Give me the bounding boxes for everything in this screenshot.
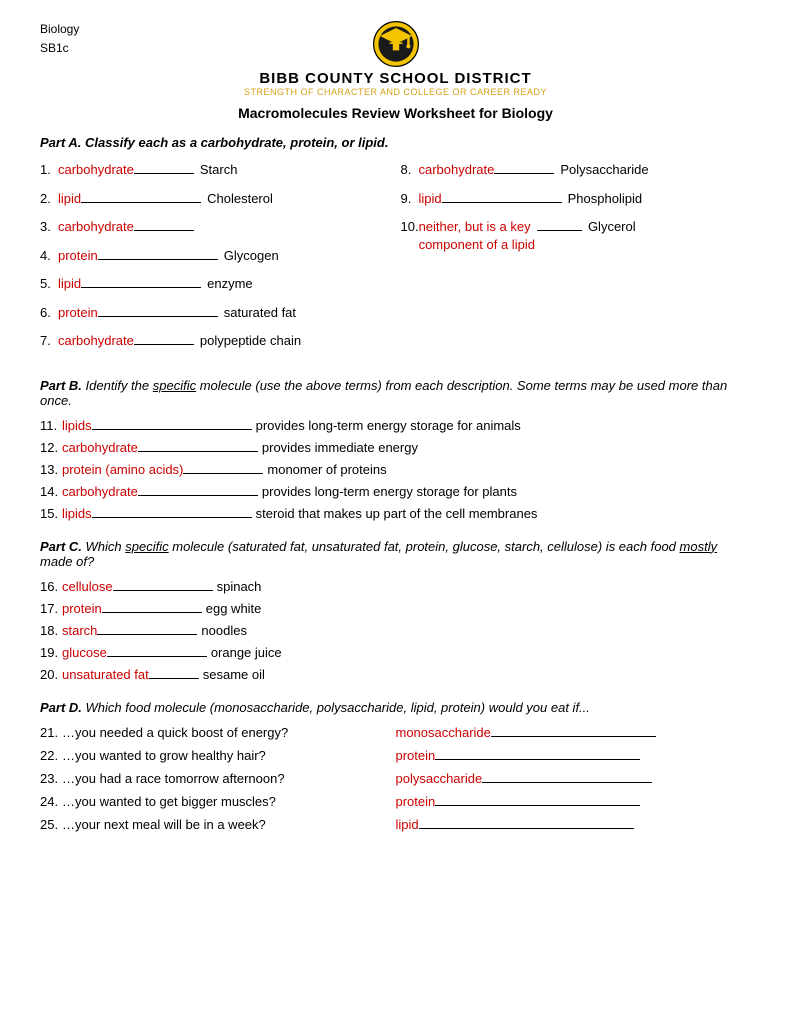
list-item: 15. lipids steroid that makes up part of… (40, 506, 751, 521)
part-c-items: 16. cellulose spinach 17. protein egg wh… (40, 579, 751, 682)
part-d-instruction: Which food molecule (monosaccharide, pol… (86, 700, 590, 715)
list-item: 22. …you wanted to grow healthy hair? (40, 748, 396, 763)
list-item: 3. carbohydrate (40, 217, 391, 237)
part-d-header: Part D. Which food molecule (monosacchar… (40, 700, 751, 715)
list-item: 10. neither, but is a keycomponent of a … (401, 217, 752, 254)
part-a-header: Part A. Classify each as a carbohydrate,… (40, 135, 751, 150)
list-item: 18. starch noodles (40, 623, 751, 638)
list-item: 11. lipids provides long-term energy sto… (40, 418, 751, 433)
school-name: BIBB COUNTY SCHOOL DISTRICT (259, 70, 531, 87)
part-b-instruction: Identify the specific molecule (use the … (40, 378, 727, 408)
list-item: 24. …you wanted to get bigger muscles? (40, 794, 396, 809)
part-a-label: Part A. (40, 135, 81, 150)
list-item: 14. carbohydrate provides long-term ener… (40, 484, 751, 499)
list-item: 1. carbohydrate Starch (40, 160, 391, 180)
list-item: protein (396, 794, 752, 809)
course-code: SB1c (40, 39, 100, 58)
school-tagline: STRENGTH OF CHARACTER AND COLLEGE OR CAR… (244, 87, 547, 97)
school-logo-icon (372, 20, 420, 68)
part-b-header: Part B. Identify the specific molecule (… (40, 378, 751, 408)
header: Biology SB1c BIBB COUNTY SCHOOL DISTRICT… (40, 20, 751, 97)
list-item: 20. unsaturated fat sesame oil (40, 667, 751, 682)
list-item: monosaccharide (396, 725, 752, 740)
part-c-label: Part C. (40, 539, 82, 554)
list-item: 23. …you had a race tomorrow afternoon? (40, 771, 396, 786)
list-item: 19. glucose orange juice (40, 645, 751, 660)
list-item: protein (396, 748, 752, 763)
part-a-section: Part A. Classify each as a carbohydrate,… (40, 135, 751, 360)
list-item: 7. carbohydrate polypeptide chain (40, 331, 391, 351)
list-item: 5. lipid enzyme (40, 274, 391, 294)
list-item: polysaccharide (396, 771, 752, 786)
list-item: 25. …your next meal will be in a week? (40, 817, 396, 832)
list-item: 6. protein saturated fat (40, 303, 391, 323)
list-item: 13. protein (amino acids) monomer of pro… (40, 462, 751, 477)
part-c-instruction: Which specific molecule (saturated fat, … (40, 539, 717, 569)
list-item: 4. protein Glycogen (40, 246, 391, 266)
list-item: 8. carbohydrate Polysaccharide (401, 160, 752, 180)
part-d-grid: 21. …you needed a quick boost of energy?… (40, 725, 751, 840)
list-item: 12. carbohydrate provides immediate ener… (40, 440, 751, 455)
part-b-label: Part B. (40, 378, 82, 393)
part-c-section: Part C. Which specific molecule (saturat… (40, 539, 751, 682)
bio-label: Biology SB1c (40, 20, 100, 58)
list-item: 16. cellulose spinach (40, 579, 751, 594)
logo-area: BIBB COUNTY SCHOOL DISTRICT STRENGTH OF … (100, 20, 691, 97)
biology-text: Biology (40, 20, 100, 39)
worksheet-title: Macromolecules Review Worksheet for Biol… (40, 105, 751, 121)
list-item: 2. lipid Cholesterol (40, 189, 391, 209)
part-a-left: 1. carbohydrate Starch 2. lipid Choleste… (40, 160, 391, 360)
list-item: 21. …you needed a quick boost of energy? (40, 725, 396, 740)
part-a-right: 8. carbohydrate Polysaccharide 9. lipid … (391, 160, 752, 360)
list-item: 17. protein egg white (40, 601, 751, 616)
list-item: 9. lipid Phospholipid (401, 189, 752, 209)
list-item: lipid (396, 817, 752, 832)
part-b-items: 11. lipids provides long-term energy sto… (40, 418, 751, 521)
part-d-section: Part D. Which food molecule (monosacchar… (40, 700, 751, 840)
part-b-section: Part B. Identify the specific molecule (… (40, 378, 751, 521)
part-a-columns: 1. carbohydrate Starch 2. lipid Choleste… (40, 160, 751, 360)
part-a-instruction: Classify each as a carbohydrate, protein… (81, 135, 388, 150)
part-c-header: Part C. Which specific molecule (saturat… (40, 539, 751, 569)
part-d-label: Part D. (40, 700, 82, 715)
